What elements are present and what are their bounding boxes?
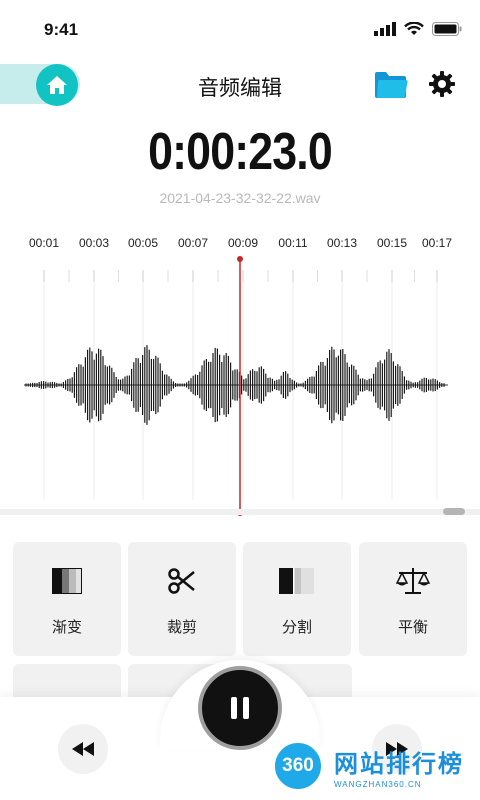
fade-icon bbox=[52, 568, 82, 594]
battery-icon bbox=[432, 22, 462, 36]
tool-label: 分割 bbox=[281, 618, 312, 636]
tool-split[interactable]: 分割 bbox=[243, 542, 351, 656]
scissors-icon bbox=[168, 568, 195, 594]
timeline-ruler: 00:01 00:03 00:05 00:07 00:09 00:11 00:1… bbox=[0, 236, 480, 256]
status-icons bbox=[374, 22, 462, 36]
waveform-panel[interactable] bbox=[0, 256, 480, 516]
folder-button[interactable] bbox=[374, 70, 408, 100]
tool-trim[interactable]: 裁剪 bbox=[128, 542, 236, 656]
pause-icon bbox=[231, 697, 249, 719]
timeline-tick: 00:07 bbox=[177, 236, 209, 250]
settings-button[interactable] bbox=[428, 70, 456, 98]
timeline-tick: 00:03 bbox=[78, 236, 110, 250]
tool-label: 渐变 bbox=[51, 618, 82, 636]
watermark-badge: 360 bbox=[272, 740, 324, 792]
timeline-tick: 00:17 bbox=[421, 236, 453, 250]
tool-label: 裁剪 bbox=[166, 618, 197, 636]
timeline-tick: 00:15 bbox=[376, 236, 408, 250]
watermark-name: 网站排行榜 bbox=[334, 750, 464, 778]
gear-icon bbox=[429, 71, 455, 97]
wifi-icon bbox=[404, 22, 424, 35]
status-bar: 9:41 bbox=[0, 0, 480, 60]
watermark-url: WANGZHAN360.CN bbox=[334, 780, 422, 789]
elapsed-timer: 0:00:23.0 bbox=[148, 123, 333, 181]
split-icon bbox=[279, 567, 314, 595]
timeline-tick: 00:09 bbox=[227, 236, 259, 250]
file-name: 2021-04-23-32-32-22.wav bbox=[159, 190, 321, 206]
tool-balance[interactable]: 平衡 bbox=[359, 542, 467, 656]
rewind-button[interactable] bbox=[58, 724, 108, 774]
scrollbar-thumb[interactable] bbox=[443, 508, 465, 515]
page-title: 音频编辑 bbox=[198, 76, 282, 100]
status-time: 9:41 bbox=[44, 20, 79, 39]
rewind-icon bbox=[72, 742, 94, 756]
playhead-top-marker bbox=[237, 256, 243, 262]
tool-label: 平衡 bbox=[397, 618, 428, 636]
watermark: 360 网站排行榜 WANGZHAN360.CN bbox=[272, 738, 476, 798]
timeline-tick: 00:01 bbox=[28, 236, 60, 250]
folder-icon bbox=[375, 72, 408, 98]
balance-icon bbox=[396, 568, 430, 594]
timeline-tick: 00:13 bbox=[326, 236, 358, 250]
waveform[interactable] bbox=[0, 256, 480, 516]
pause-button[interactable] bbox=[198, 666, 282, 750]
signal-icon bbox=[374, 22, 396, 36]
horizontal-scrollbar[interactable] bbox=[0, 509, 480, 515]
tool-fade[interactable]: 渐变 bbox=[13, 542, 121, 656]
timeline-tick: 00:11 bbox=[278, 236, 308, 250]
timeline-tick: 00:05 bbox=[127, 236, 159, 250]
